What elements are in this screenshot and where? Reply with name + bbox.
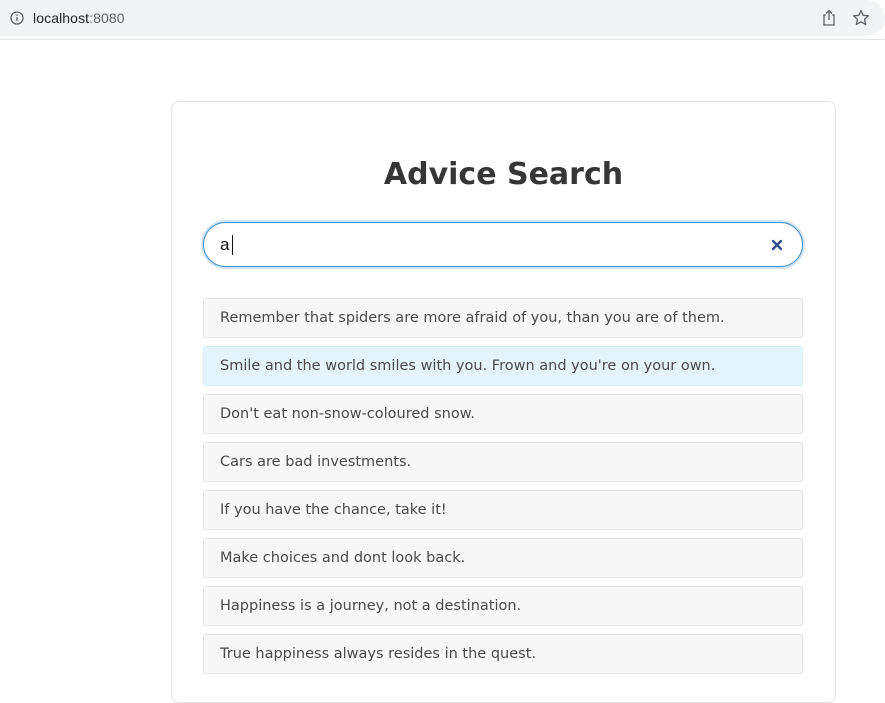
result-item[interactable]: Remember that spiders are more afraid of… xyxy=(203,298,803,338)
address-bar[interactable]: localhost:8080 xyxy=(0,0,885,36)
result-item[interactable]: Happiness is a journey, not a destinatio… xyxy=(203,586,803,626)
star-icon[interactable] xyxy=(852,9,870,27)
result-item[interactable]: True happiness always resides in the que… xyxy=(203,634,803,674)
share-icon[interactable] xyxy=(821,9,837,27)
result-item[interactable]: Make choices and dont look back. xyxy=(203,538,803,578)
result-item[interactable]: Smile and the world smiles with you. Fro… xyxy=(203,346,803,386)
browser-toolbar: localhost:8080 xyxy=(0,0,885,40)
page-title: Advice Search xyxy=(383,157,624,192)
url-port: :8080 xyxy=(89,10,125,26)
results-list: Remember that spiders are more afraid of… xyxy=(203,298,803,682)
result-item[interactable]: If you have the chance, take it! xyxy=(203,490,803,530)
text-caret xyxy=(232,235,233,255)
url-text[interactable]: localhost:8080 xyxy=(33,10,125,26)
close-icon xyxy=(771,239,783,251)
search-card: Advice Search Remember that spiders are … xyxy=(171,101,836,703)
result-item[interactable]: Cars are bad investments. xyxy=(203,442,803,482)
info-icon[interactable] xyxy=(10,11,24,25)
search-input[interactable] xyxy=(220,233,750,257)
url-host: localhost xyxy=(33,10,90,26)
result-item[interactable]: Don't eat non-snow-coloured snow. xyxy=(203,394,803,434)
clear-search-button[interactable] xyxy=(770,238,784,252)
search-box[interactable] xyxy=(203,222,803,267)
